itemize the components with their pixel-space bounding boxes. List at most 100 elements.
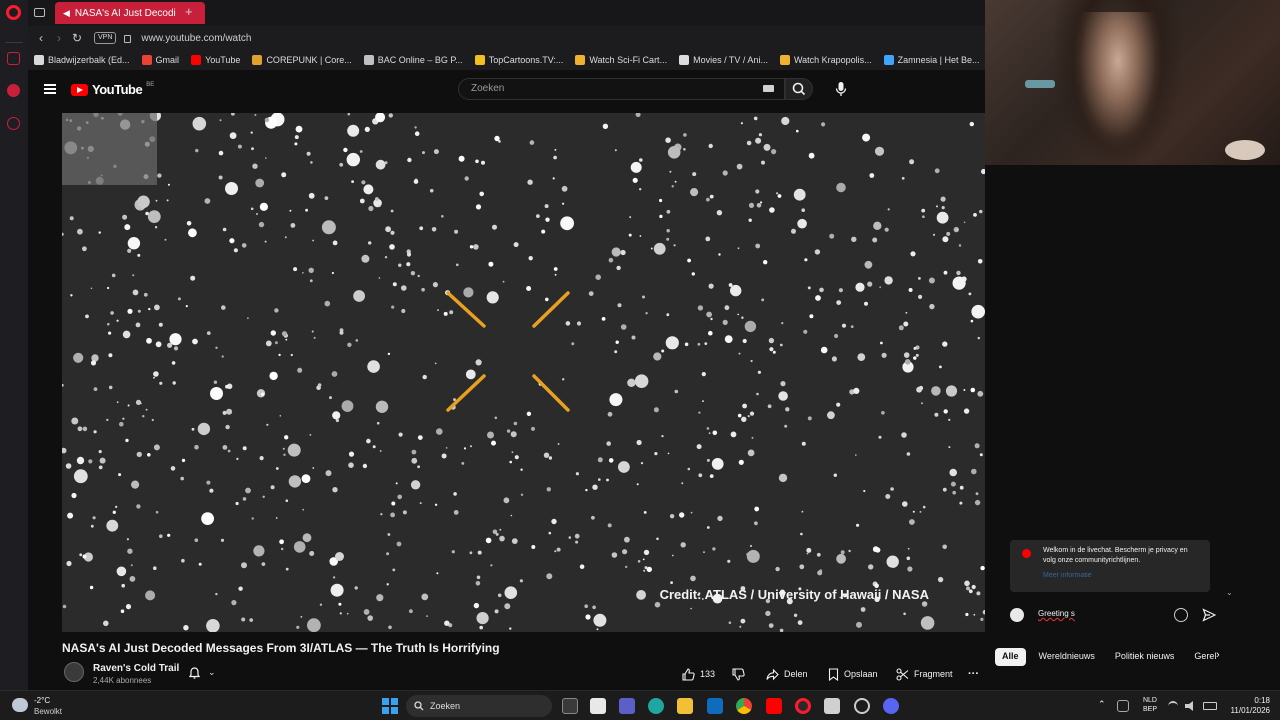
youtube-app-icon[interactable]	[766, 698, 782, 714]
bookmark-item[interactable]: TopCartoons.TV:...	[474, 55, 563, 65]
bookmark-label: BAC Online – BG P...	[377, 55, 463, 65]
aria-ai-icon[interactable]	[7, 52, 20, 65]
chip[interactable]: Wereldnieuws	[1031, 648, 1102, 666]
scroll-down-chevron-icon[interactable]: ⌄	[1226, 588, 1233, 597]
battery-icon[interactable]	[1203, 702, 1217, 710]
bookmark-item[interactable]: COREPUNK | Core...	[252, 55, 352, 65]
notepad-icon[interactable]	[824, 698, 840, 714]
keyboard-icon[interactable]	[763, 85, 774, 92]
webcam-overlay	[985, 0, 1280, 165]
bookmark-item[interactable]: Watch Sci-Fi Cart...	[575, 55, 667, 65]
more-actions-button[interactable]: ···	[968, 664, 979, 684]
search-button[interactable]	[785, 78, 813, 100]
weather-cloud-icon[interactable]	[12, 698, 28, 712]
bookmark-item[interactable]: Bladwijzerbalk (Ed...	[34, 55, 130, 65]
more-info-link[interactable]: Meer informatie	[1043, 572, 1092, 579]
forward-icon[interactable]: ›	[50, 31, 68, 45]
windows-start-icon[interactable]	[382, 698, 398, 714]
notification-bell-icon[interactable]	[189, 667, 200, 679]
clock-time: 0:18	[1254, 696, 1270, 705]
chips-next-chevron-icon[interactable]: ›	[1216, 649, 1220, 661]
discord-icon[interactable]	[883, 698, 899, 714]
share-button[interactable]: Delen	[766, 664, 808, 684]
tab-strip: ◀ NASA's AI Just Decodi +	[28, 0, 985, 26]
scissors-icon	[896, 667, 909, 681]
weather-description[interactable]: Bewolkt	[34, 707, 62, 716]
bookmark-item[interactable]: Watch Krapopolis...	[779, 55, 872, 65]
workspaces-icon[interactable]	[34, 8, 45, 17]
weather-temperature[interactable]: -2°C	[34, 696, 50, 705]
clock-date: 11/01/2026	[1230, 706, 1270, 715]
voice-search-button[interactable]	[832, 80, 850, 98]
channel-name[interactable]: Raven's Cold Trail	[93, 663, 179, 674]
bookmark-label: YouTube	[205, 55, 241, 65]
webcam-person	[1073, 12, 1163, 152]
chip[interactable]: Alle	[995, 648, 1026, 666]
tab-active[interactable]: ◀ NASA's AI Just Decodi	[55, 2, 205, 24]
tab-title: NASA's AI Just Decodi	[74, 7, 176, 19]
youtube-music-icon[interactable]	[7, 84, 20, 97]
bookmark-label: Bladwijzerbalk (Ed...	[48, 55, 130, 65]
video-title: NASA's AI Just Decoded Messages From 3I/…	[62, 641, 500, 655]
file-explorer-icon[interactable]	[677, 698, 693, 714]
url-field[interactable]: www.youtube.com/watch	[141, 33, 251, 44]
vpn-badge[interactable]: VPN	[94, 32, 117, 44]
channel-avatar[interactable]	[64, 662, 84, 682]
menu-icon[interactable]	[44, 84, 56, 94]
bookmark-item[interactable]: Zamnesia | Het Be...	[883, 55, 980, 65]
language-indicator[interactable]: NLD BEP	[1140, 696, 1160, 714]
like-count: 133	[700, 669, 716, 679]
chevron-down-icon[interactable]: ⌄	[208, 667, 216, 678]
back-icon[interactable]: ‹	[32, 31, 50, 45]
lock-icon[interactable]	[124, 35, 132, 43]
edge-icon[interactable]	[648, 698, 664, 714]
chat-message-input[interactable]: Greeting s	[1038, 609, 1075, 618]
search-input[interactable]: Zoeken	[458, 78, 785, 100]
chrome-icon[interactable]	[736, 698, 752, 714]
dislike-button[interactable]	[732, 664, 745, 684]
youtube-logo[interactable]: YouTube BE	[71, 82, 154, 97]
wifi-icon[interactable]	[1168, 701, 1178, 711]
speaker-icon[interactable]: ◀	[63, 8, 70, 19]
reload-icon[interactable]: ↻	[68, 31, 86, 45]
settings-gear-icon[interactable]	[854, 698, 870, 714]
history-icon[interactable]	[7, 117, 20, 130]
bookmark-favicon-icon	[679, 55, 690, 65]
chip[interactable]: Politiek nieuws	[1107, 648, 1182, 666]
calculator-icon[interactable]	[590, 698, 606, 714]
video-player[interactable]: Credit: ATLAS / University of Hawaii / N…	[62, 113, 985, 632]
bookmark-favicon-icon	[779, 55, 790, 65]
save-label: Opslaan	[844, 669, 878, 679]
new-tab-button[interactable]: +	[185, 4, 193, 19]
bookmark-item[interactable]: Gmail	[141, 55, 179, 65]
clip-button[interactable]: Fragment	[896, 664, 953, 684]
bookmark-favicon-icon	[141, 55, 152, 65]
bookmark-label: Watch Sci-Fi Cart...	[589, 55, 668, 65]
chat-welcome-notice: Welkom in de livechat. Bescherm je priva…	[1010, 540, 1210, 592]
bookmark-item[interactable]: YouTube	[191, 55, 240, 65]
bookmark-item[interactable]: BAC Online – BG P...	[363, 55, 463, 65]
language-bottom: BEP	[1142, 706, 1157, 713]
tray-chevron-up-icon[interactable]: ⌃	[1098, 700, 1106, 709]
opera-logo-icon[interactable]	[6, 5, 21, 20]
volume-icon[interactable]	[1185, 701, 1193, 711]
subscriber-count: 2,44K abonnees	[93, 676, 152, 685]
opera-taskbar-icon[interactable]	[795, 698, 811, 714]
network-icon[interactable]	[1117, 700, 1129, 712]
like-button[interactable]: 133	[682, 664, 715, 684]
send-icon[interactable]	[1202, 608, 1216, 622]
save-button[interactable]: Opslaan	[828, 664, 878, 684]
teams-icon[interactable]	[619, 698, 635, 714]
taskbar-search[interactable]: Zoeken	[406, 695, 552, 717]
taskbar-clock[interactable]: 0:18 11/01/2026	[1226, 696, 1270, 716]
bookmark-favicon-icon	[883, 55, 894, 65]
sidebar-settings-icon[interactable]	[7, 651, 20, 664]
youtube-notice-icon	[1022, 549, 1031, 558]
task-view-icon[interactable]	[562, 698, 578, 714]
emoji-icon[interactable]	[1174, 608, 1188, 622]
bookmark-label: Zamnesia | Het Be...	[897, 55, 980, 65]
bookmark-item[interactable]: Movies / TV / Ani...	[679, 55, 768, 65]
outlook-icon[interactable]	[707, 698, 723, 714]
sidebar-more-icon[interactable]	[7, 674, 20, 687]
youtube-play-icon	[71, 83, 88, 96]
